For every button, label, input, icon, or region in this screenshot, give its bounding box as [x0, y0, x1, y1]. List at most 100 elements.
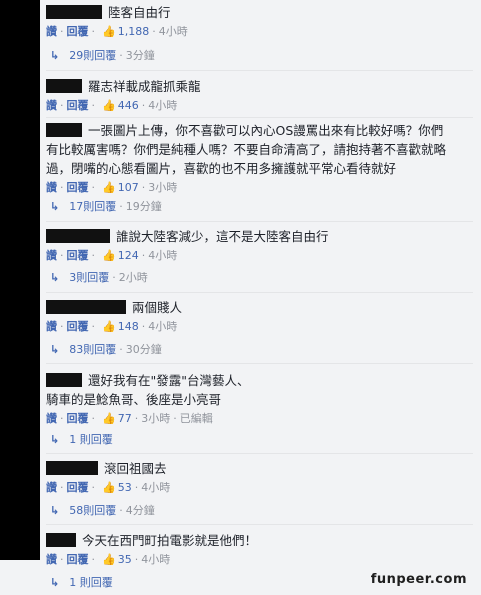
like-count[interactable]: 35	[118, 553, 132, 566]
comment-text: 騎車的是鯰魚哥、後座是小亮哥	[46, 390, 473, 409]
like-button[interactable]: 讚	[46, 412, 57, 425]
comment-text: 還好我有在"發露"台灣藝人、	[46, 371, 473, 390]
thumbs-up-icon: 👍	[102, 320, 116, 333]
thumbs-up-icon: 👍	[102, 99, 116, 112]
divider	[46, 363, 473, 364]
edited-label[interactable]: 已編輯	[180, 412, 213, 425]
replies-count[interactable]: 29則回覆	[69, 49, 116, 62]
like-count[interactable]: 124	[118, 249, 139, 262]
reply-button[interactable]: 回覆	[67, 320, 89, 333]
comment-actions: 讚 · 回覆 · 👍 53 · 4小時	[46, 481, 171, 494]
comment-time: 4小時	[141, 553, 171, 566]
comment-text: 兩個賤人	[46, 298, 473, 317]
view-replies-link[interactable]: ↳ 1 則回覆	[50, 575, 113, 591]
comment: 陸客自由行 讚 · 回覆 · 👍 1,188 · 4小時	[46, 3, 473, 41]
redacted-author-name	[46, 461, 98, 475]
comment: 誰說大陸客減少，這不是大陸客自由行 讚 · 回覆 · 👍 124 · 4小時	[46, 227, 473, 265]
replies-count[interactable]: 1 則回覆	[69, 433, 113, 446]
thumbs-up-icon: 👍	[102, 249, 116, 262]
comment: 羅志祥載成龍抓乘龍 讚 · 回覆 · 👍 446 · 4小時	[46, 77, 473, 115]
comment-text: 一張圖片上傳，你不喜歡可以內心OS謾罵出來有比較好嗎？你們	[46, 121, 473, 140]
reply-arrow-icon: ↳	[50, 433, 60, 446]
comment-line: 誰說大陸客減少，這不是大陸客自由行	[116, 229, 329, 244]
view-replies-link[interactable]: ↳ 1 則回覆	[50, 432, 113, 448]
reply-button[interactable]: 回覆	[67, 249, 89, 262]
comment-line: 一張圖片上傳，你不喜歡可以內心OS謾罵出來有比較好嗎？你們	[88, 123, 444, 138]
reply-arrow-icon: ↳	[50, 504, 60, 517]
comment-time: 3小時	[148, 181, 178, 194]
comment-actions: 讚 · 回覆 · 👍 124 · 4小時	[46, 249, 178, 262]
reply-arrow-icon: ↳	[50, 271, 60, 284]
replies-count[interactable]: 58則回覆	[69, 504, 116, 517]
like-button[interactable]: 讚	[46, 99, 57, 112]
reply-arrow-icon: ↳	[50, 576, 60, 589]
reply-arrow-icon: ↳	[50, 200, 60, 213]
replies-count[interactable]: 83則回覆	[69, 343, 116, 356]
redacted-author-name	[46, 79, 82, 93]
redacted-author-name	[46, 5, 102, 19]
comment-actions: 讚 · 回覆 · 👍 148 · 4小時	[46, 320, 178, 333]
reply-button[interactable]: 回覆	[67, 553, 89, 566]
comment-actions: 讚 · 回覆 · 👍 107 · 3小時	[46, 181, 178, 194]
like-count[interactable]: 446	[118, 99, 139, 112]
view-replies-link[interactable]: ↳ 17則回覆 · 19分鐘	[50, 199, 162, 215]
like-button[interactable]: 讚	[46, 181, 57, 194]
reply-button[interactable]: 回覆	[67, 25, 89, 38]
divider	[46, 117, 473, 118]
like-count[interactable]: 148	[118, 320, 139, 333]
like-count[interactable]: 77	[118, 412, 132, 425]
comment-line: 過，閉嘴的心態看圖片，喜歡的也不用多擁護就平常心看待就好	[46, 161, 397, 176]
comment: 兩個賤人 讚 · 回覆 · 👍 148 · 4小時	[46, 298, 473, 336]
comment-actions: 讚 · 回覆 · 👍 446 · 4小時	[46, 99, 178, 112]
reply-button[interactable]: 回覆	[67, 181, 89, 194]
like-count[interactable]: 1,188	[118, 25, 150, 38]
divider	[46, 70, 473, 71]
redacted-author-name	[46, 533, 76, 547]
comment-text: 今天在西門町拍電影就是他們！	[46, 531, 473, 550]
reply-arrow-icon: ↳	[50, 49, 60, 62]
reply-button[interactable]: 回覆	[67, 412, 89, 425]
like-count[interactable]: 107	[118, 181, 139, 194]
comment-time: 4小時	[148, 99, 178, 112]
replies-count[interactable]: 3則回覆	[69, 271, 109, 284]
like-button[interactable]: 讚	[46, 249, 57, 262]
like-button[interactable]: 讚	[46, 320, 57, 333]
comment-text: 羅志祥載成龍抓乘龍	[46, 77, 473, 96]
like-button[interactable]: 讚	[46, 553, 57, 566]
comment-line: 陸客自由行	[108, 5, 171, 20]
comment: 一張圖片上傳，你不喜歡可以內心OS謾罵出來有比較好嗎？你們 有比較厲害嗎？你們是…	[46, 121, 473, 197]
view-replies-link[interactable]: ↳ 29則回覆 · 3分鐘	[50, 48, 155, 64]
thumbs-up-icon: 👍	[102, 181, 116, 194]
like-button[interactable]: 讚	[46, 481, 57, 494]
like-count[interactable]: 53	[118, 481, 132, 494]
divider	[46, 524, 473, 525]
comment-text: 有比較厲害嗎？你們是純種人嗎？不要自命清高了，請抱持著不喜歡就略	[46, 140, 473, 159]
replies-time: 30分鐘	[125, 343, 162, 356]
divider	[46, 292, 473, 293]
reply-button[interactable]: 回覆	[67, 481, 89, 494]
replies-time: 4分鐘	[125, 504, 155, 517]
redacted-author-name	[46, 229, 110, 243]
comment-text: 過，閉嘴的心態看圖片，喜歡的也不用多擁護就平常心看待就好	[46, 159, 473, 178]
view-replies-link[interactable]: ↳ 83則回覆 · 30分鐘	[50, 342, 162, 358]
thumbs-up-icon: 👍	[102, 481, 116, 494]
comment-text: 誰說大陸客減少，這不是大陸客自由行	[46, 227, 473, 246]
comment-line: 兩個賤人	[132, 300, 183, 315]
comment-time: 3小時	[141, 412, 171, 425]
divider	[46, 221, 473, 222]
comment-line: 羅志祥載成龍抓乘龍	[88, 79, 201, 94]
replies-count[interactable]: 17則回覆	[69, 200, 116, 213]
view-replies-link[interactable]: ↳ 58則回覆 · 4分鐘	[50, 503, 155, 519]
comment-time: 4小時	[141, 481, 171, 494]
view-replies-link[interactable]: ↳ 3則回覆 · 2小時	[50, 270, 148, 286]
like-button[interactable]: 讚	[46, 25, 57, 38]
comment-line: 今天在西門町拍電影就是他們！	[82, 533, 258, 548]
replies-time: 19分鐘	[125, 200, 162, 213]
comment-time: 4小時	[158, 25, 188, 38]
comment-text: 陸客自由行	[46, 3, 473, 22]
reply-button[interactable]: 回覆	[67, 99, 89, 112]
watermark-logo: funpeer.com	[370, 572, 467, 587]
redacted-author-name	[46, 373, 82, 387]
comment-list: 陸客自由行 讚 · 回覆 · 👍 1,188 · 4小時 ↳ 29則回覆 · 3分鐘 羅志祥載成龍抓…	[0, 0, 481, 595]
replies-count[interactable]: 1 則回覆	[69, 576, 113, 589]
